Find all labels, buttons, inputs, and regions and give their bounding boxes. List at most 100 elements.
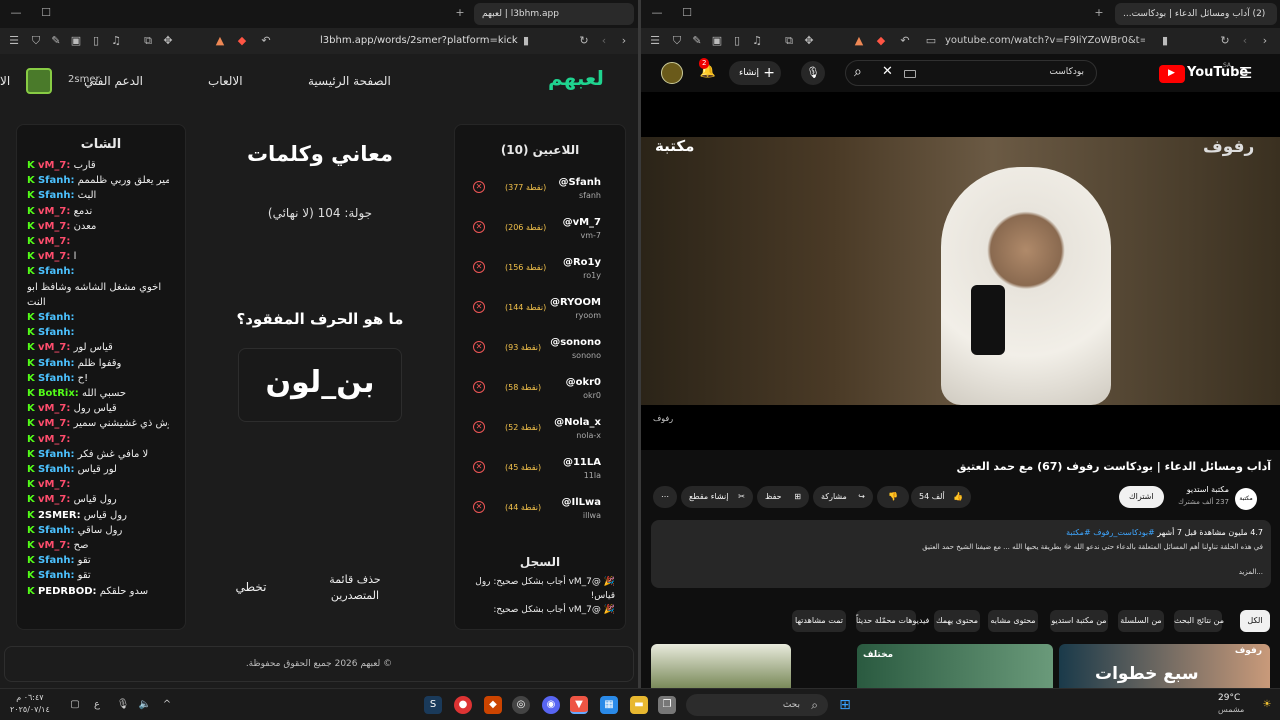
microphone-icon[interactable]: 🎙 bbox=[801, 61, 825, 85]
chat-username[interactable]: Sfanh: bbox=[38, 525, 75, 536]
chat-username[interactable]: vM_7: bbox=[38, 206, 70, 217]
reload-icon[interactable]: ↻ bbox=[576, 33, 592, 49]
video-player[interactable]: مكتبة رفوف رفوف bbox=[641, 92, 1280, 450]
filter-chip[interactable]: من نتائج البحث bbox=[1174, 610, 1224, 632]
extension-icon[interactable]: ✎ bbox=[48, 33, 64, 49]
player-name[interactable]: @Nola_x bbox=[554, 417, 601, 428]
reload-icon[interactable]: ↻ bbox=[1217, 33, 1233, 49]
chat-username[interactable]: Sfanh: bbox=[38, 175, 75, 186]
puzzle-icon[interactable]: ✥ bbox=[160, 33, 176, 49]
nav-extra[interactable]: الا bbox=[0, 74, 18, 88]
taskbar-search[interactable]: ⌕ بحث bbox=[686, 694, 828, 716]
chat-username[interactable]: Sfanh: bbox=[38, 312, 75, 323]
search-icon[interactable]: ⌕ bbox=[854, 64, 862, 80]
remove-player-icon[interactable]: ✕ bbox=[473, 421, 485, 433]
minimize-icon[interactable]: — bbox=[649, 5, 665, 21]
chat-username[interactable]: Sfanh: bbox=[38, 266, 75, 277]
remove-player-icon[interactable]: ✕ bbox=[473, 301, 485, 313]
remove-player-icon[interactable]: ✕ bbox=[473, 461, 485, 473]
recommended-thumbnail[interactable]: مختلف bbox=[857, 644, 1053, 688]
menu-icon[interactable]: ☰ bbox=[647, 33, 663, 49]
remove-player-icon[interactable]: ✕ bbox=[473, 381, 485, 393]
nav-games[interactable]: الالعاب bbox=[208, 74, 243, 88]
github-icon[interactable]: ◎ bbox=[512, 696, 530, 714]
skip-button[interactable]: تخطي bbox=[226, 580, 276, 594]
site-logo[interactable]: لعبهم bbox=[548, 66, 604, 90]
brave-icon[interactable]: ▼ bbox=[570, 696, 588, 714]
maximize-icon[interactable]: ☐ bbox=[679, 5, 695, 21]
game-launcher-icon[interactable]: ◆ bbox=[484, 696, 502, 714]
dislike-button[interactable]: 👎 bbox=[877, 486, 909, 508]
remove-leaderboard-button[interactable]: حذف قائمة المتصدرين bbox=[318, 572, 392, 604]
keyboard-icon[interactable] bbox=[904, 70, 916, 78]
filter-chip[interactable]: فيديوهات محمّلة حديثاً bbox=[856, 610, 929, 632]
hamburger-icon[interactable]: ☰ bbox=[1239, 64, 1252, 82]
chat-username[interactable]: PEDRBOD: bbox=[38, 586, 97, 597]
chat-username[interactable]: vM_7: bbox=[38, 221, 70, 232]
player-name[interactable]: @vM_7 bbox=[563, 217, 601, 228]
store-icon[interactable]: ▦ bbox=[600, 696, 618, 714]
remove-player-icon[interactable]: ✕ bbox=[473, 501, 485, 513]
wallet-icon[interactable]: ▣ bbox=[709, 33, 725, 49]
notifications-icon[interactable]: ▢ bbox=[66, 696, 84, 714]
extension-icon[interactable]: ✎ bbox=[689, 33, 705, 49]
shield-icon[interactable]: ⛉ bbox=[669, 33, 685, 49]
search-bar[interactable]: ⌕ ✕ بودكاست bbox=[845, 60, 1097, 86]
recommended-thumbnail[interactable]: رفوف سبع خطوات bbox=[1059, 644, 1270, 688]
minimize-icon[interactable]: — bbox=[8, 5, 24, 21]
new-tab-icon[interactable]: + bbox=[1091, 5, 1107, 21]
description-tags[interactable]: #بودكاست_رفوف #مكتبة bbox=[1066, 528, 1155, 537]
file-explorer-icon[interactable]: ▬ bbox=[630, 696, 648, 714]
show-more-link[interactable]: ...المزيد bbox=[1239, 568, 1263, 576]
search-input[interactable]: بودكاست bbox=[1049, 67, 1084, 77]
remove-player-icon[interactable]: ✕ bbox=[473, 181, 485, 193]
chrome-icon[interactable]: ● bbox=[454, 696, 472, 714]
puzzle-icon[interactable]: ✥ bbox=[801, 33, 817, 49]
weather-widget[interactable]: 29°C مشمس bbox=[1218, 692, 1244, 716]
brave-rewards-icon[interactable]: ▲ bbox=[851, 33, 867, 49]
subscribe-button[interactable]: اشتراك bbox=[1119, 486, 1164, 508]
discord-icon[interactable]: ◉ bbox=[542, 696, 560, 714]
screenshot-icon[interactable]: ⧉ bbox=[781, 33, 797, 49]
chat-username[interactable]: vM_7: bbox=[38, 236, 70, 247]
forward-icon[interactable]: › bbox=[616, 33, 632, 49]
clip-button[interactable]: ✂ إنشاء مقطع bbox=[681, 486, 753, 508]
music-icon[interactable]: ♫ bbox=[108, 33, 124, 49]
player-name[interactable]: @Ro1y bbox=[563, 257, 601, 268]
bookmark-icon[interactable]: ▮ bbox=[1157, 33, 1173, 49]
back-icon[interactable]: ‹ bbox=[596, 33, 612, 49]
steam-icon[interactable]: S bbox=[424, 696, 442, 714]
music-icon[interactable]: ♫ bbox=[749, 33, 765, 49]
share-icon[interactable]: ↶ bbox=[258, 33, 274, 49]
player-name[interactable]: @okr0 bbox=[566, 377, 601, 388]
windows-start-icon[interactable]: ⊞ bbox=[836, 696, 854, 714]
share-button[interactable]: ↪ مشاركة bbox=[813, 486, 873, 508]
chat-username[interactable]: vM_7: bbox=[38, 342, 70, 353]
chat-username[interactable]: vM_7: bbox=[38, 540, 70, 551]
filter-chip[interactable]: الكل bbox=[1240, 610, 1270, 632]
keyboard-language[interactable]: ع bbox=[88, 696, 106, 714]
chat-username[interactable]: BotRix: bbox=[38, 388, 79, 399]
player-name[interactable]: @IlLwa bbox=[561, 497, 601, 508]
channel-avatar[interactable]: مكتبة bbox=[1235, 488, 1257, 510]
address-bar[interactable]: youtube.com/watch?v=F9IiYZoWBr0&t=1... bbox=[945, 31, 1145, 51]
chat-username[interactable]: vM_7: bbox=[38, 494, 70, 505]
back-icon[interactable]: ‹ bbox=[1237, 33, 1253, 49]
brave-rewards-icon[interactable]: ▲ bbox=[212, 33, 228, 49]
remove-player-icon[interactable]: ✕ bbox=[473, 341, 485, 353]
forward-icon[interactable]: › bbox=[1257, 33, 1273, 49]
brave-shield-icon[interactable]: ◆ bbox=[873, 33, 889, 49]
clock[interactable]: ٠٦:٤٧ م ٢٠٢٥/٠٧/١٤ bbox=[10, 692, 50, 716]
chat-username[interactable]: Sfanh: bbox=[38, 190, 75, 201]
sidebar-icon[interactable]: ▯ bbox=[88, 33, 104, 49]
maximize-icon[interactable]: ☐ bbox=[38, 5, 54, 21]
avatar[interactable] bbox=[661, 62, 683, 84]
more-actions-icon[interactable]: ⋯ bbox=[653, 486, 677, 508]
remove-player-icon[interactable]: ✕ bbox=[473, 221, 485, 233]
player-name[interactable]: @RYOOM bbox=[550, 297, 601, 308]
task-view-icon[interactable]: ❐ bbox=[658, 696, 676, 714]
chat-username[interactable]: Sfanh: bbox=[38, 327, 75, 338]
filter-chip[interactable]: من السلسلة bbox=[1118, 610, 1164, 632]
wallet-icon[interactable]: ▣ bbox=[68, 33, 84, 49]
new-tab-icon[interactable]: + bbox=[452, 5, 468, 21]
